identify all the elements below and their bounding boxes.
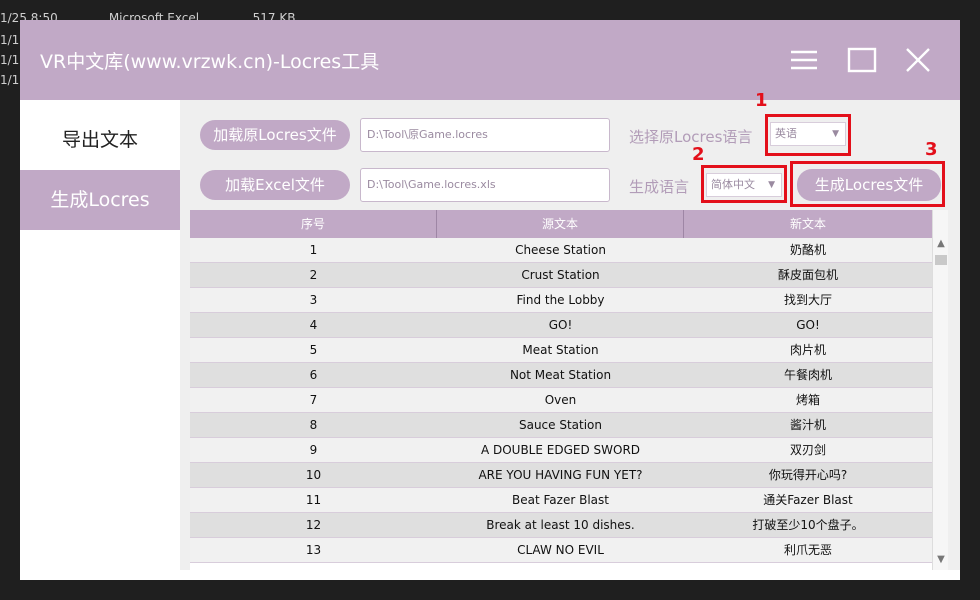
table-row[interactable]: 7 Oven 烤箱 — [190, 388, 932, 413]
annotation-label-3: 3 — [925, 139, 938, 160]
cell-index: 6 — [309, 368, 318, 382]
scroll-up-icon[interactable]: ▲ — [933, 238, 948, 249]
cell-index: 5 — [309, 343, 318, 357]
target-language-label: 生成语言 — [629, 178, 690, 196]
background-file-row: 1/1 — [0, 50, 19, 70]
cell-new-text: GO! — [796, 318, 820, 332]
cell-index: 12 — [305, 518, 322, 532]
cell-index: 8 — [309, 418, 318, 432]
sidebar-item-export-text[interactable]: 导出文本 — [20, 110, 180, 170]
cell-new-text: 酱汁机 — [789, 418, 826, 432]
background-file-row: 1/1 — [0, 70, 19, 90]
cell-source-text: ARE YOU HAVING FUN YET? — [478, 468, 643, 482]
annotation-label-1: 1 — [755, 90, 768, 111]
maximize-icon — [847, 47, 877, 73]
annotation-box-3 — [790, 161, 945, 207]
close-button[interactable] — [900, 42, 936, 78]
table-row[interactable]: 11 Beat Fazer Blast 通关Fazer Blast — [190, 488, 932, 513]
excel-path-input[interactable]: D:\Tool\Game.locres.xls — [360, 168, 610, 202]
cell-index: 9 — [309, 443, 318, 457]
annotation-box-1 — [765, 114, 851, 156]
table-row[interactable]: 8 Sauce Station 酱汁机 — [190, 413, 932, 438]
cell-new-text: 双刃剑 — [789, 443, 826, 457]
column-header-new-text[interactable]: 新文本 — [684, 210, 932, 238]
cell-source-text: A DOUBLE EDGED SWORD — [480, 443, 641, 457]
column-header-source-text[interactable]: 源文本 — [437, 210, 684, 238]
scroll-thumb[interactable] — [935, 255, 947, 265]
cell-new-text: 打破至少10个盘子。 — [752, 518, 864, 532]
cell-index: 7 — [309, 393, 318, 407]
annotation-box-2 — [701, 165, 787, 203]
cell-new-text: 利爪无恶 — [783, 543, 832, 557]
scroll-down-icon[interactable]: ▼ — [933, 554, 948, 565]
translation-table: 序号 源文本 新文本 1 Cheese Station 奶酪机 2 Crust Stat… — [190, 210, 948, 570]
cell-new-text: 你玩得开心吗? — [768, 468, 848, 482]
cell-source-text: Oven — [544, 393, 577, 407]
title-bar[interactable]: VR中文库(www.vrzwk.cn)-Locres工具 — [20, 20, 960, 100]
cell-source-text: Find the Lobby — [516, 293, 605, 307]
cell-source-text: Beat Fazer Blast — [512, 493, 609, 507]
cell-source-text: Cheese Station — [515, 243, 606, 257]
cell-new-text: 午餐肉机 — [783, 368, 832, 382]
cell-source-text: Sauce Station — [518, 418, 603, 432]
background-file-row: 1/1 — [0, 30, 19, 50]
table-row[interactable]: 3 Find the Lobby 找到大厅 — [190, 288, 932, 313]
window-title: VR中文库(www.vrzwk.cn)-Locres工具 — [40, 51, 380, 73]
menu-button[interactable] — [786, 42, 822, 78]
cell-index: 2 — [309, 268, 318, 282]
cell-index: 3 — [309, 293, 318, 307]
cell-index: 4 — [309, 318, 318, 332]
cell-index: 13 — [305, 543, 322, 557]
table-row[interactable]: 4 GO! GO! — [190, 313, 932, 338]
table-row[interactable]: 1 Cheese Station 奶酪机 — [190, 238, 932, 263]
app-window: VR中文库(www.vrzwk.cn)-Locres工具 导出文本 生成Locr… — [20, 20, 960, 580]
load-locres-button[interactable]: 加载原Locres文件 — [200, 120, 350, 150]
table-row[interactable]: 10 ARE YOU HAVING FUN YET? 你玩得开心吗? — [190, 463, 932, 488]
column-header-index[interactable]: 序号 — [190, 210, 437, 238]
table-header: 序号 源文本 新文本 — [190, 210, 932, 238]
load-excel-button[interactable]: 加载Excel文件 — [200, 170, 350, 200]
sidebar: 导出文本 生成Locres — [20, 100, 180, 570]
file-date: 1/1 — [0, 53, 20, 67]
cell-source-text: CLAW NO EVIL — [517, 543, 604, 557]
cell-source-text: Crust Station — [521, 268, 600, 282]
locres-path-input[interactable]: D:\Tool\原Game.locres — [360, 118, 610, 152]
maximize-button[interactable] — [844, 42, 880, 78]
table-row[interactable]: 2 Crust Station 酥皮面包机 — [190, 263, 932, 288]
close-icon — [906, 48, 930, 72]
cell-new-text: 奶酪机 — [789, 243, 826, 257]
cell-source-text: GO! — [548, 318, 573, 332]
table-row[interactable]: 6 Not Meat Station 午餐肉机 — [190, 363, 932, 388]
annotation-label-2: 2 — [692, 144, 705, 165]
cell-index: 10 — [305, 468, 322, 482]
table-row[interactable]: 12 Break at least 10 dishes. 打破至少10个盘子。 — [190, 513, 932, 538]
file-date: 1/1 — [0, 73, 20, 87]
file-date: 1/1 — [0, 33, 20, 47]
cell-index: 1 — [309, 243, 318, 257]
cell-new-text: 烤箱 — [795, 393, 820, 407]
menu-icon — [791, 50, 817, 70]
vertical-scrollbar[interactable]: ▲ ▼ — [932, 210, 948, 570]
cell-new-text: 找到大厅 — [783, 293, 832, 307]
table-row[interactable]: 13 CLAW NO EVIL 利爪无恶 — [190, 538, 932, 563]
cell-source-text: Not Meat Station — [509, 368, 612, 382]
sidebar-item-generate-locres[interactable]: 生成Locres — [20, 170, 180, 230]
table-row[interactable]: 5 Meat Station 肉片机 — [190, 338, 932, 363]
cell-new-text: 酥皮面包机 — [777, 268, 838, 282]
cell-index: 11 — [305, 493, 322, 507]
source-language-label: 选择原Locres语言 — [629, 128, 753, 146]
cell-new-text: 肉片机 — [789, 343, 826, 357]
cell-new-text: 通关Fazer Blast — [763, 493, 853, 507]
cell-source-text: Break at least 10 dishes. — [486, 518, 635, 532]
table-row[interactable]: 9 A DOUBLE EDGED SWORD 双刃剑 — [190, 438, 932, 463]
cell-source-text: Meat Station — [522, 343, 599, 357]
